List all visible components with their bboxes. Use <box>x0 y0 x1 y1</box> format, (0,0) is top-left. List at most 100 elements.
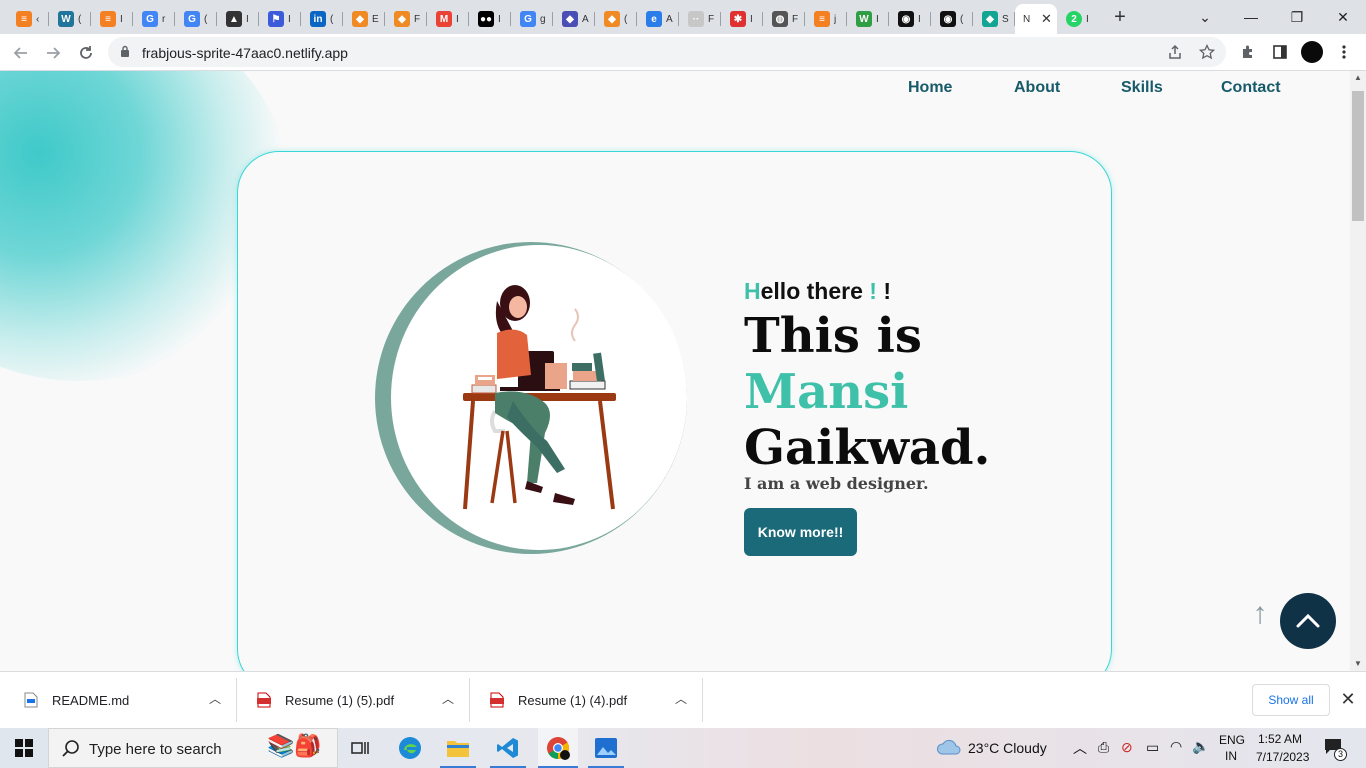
task-view-icon[interactable] <box>342 728 378 768</box>
asterisk-icon: ✱ <box>730 11 746 27</box>
side-panel-icon[interactable] <box>1270 42 1290 62</box>
scroll-up-arrow-icon[interactable]: ▲ <box>1350 71 1366 85</box>
address-bar[interactable]: frabjous-sprite-47aac0.netlify.app <box>108 37 1226 67</box>
battery-icon[interactable]: ▭ <box>1146 739 1159 756</box>
download-item[interactable]: README.md ︿ <box>4 678 237 722</box>
browser-tab[interactable]: ◍ F <box>764 4 805 34</box>
nav-home-link[interactable]: Home <box>908 79 952 97</box>
scrollbar-thumb[interactable] <box>1352 91 1364 221</box>
reload-button[interactable] <box>73 40 99 66</box>
download-item[interactable]: Resume (1) (5).pdf ︿ <box>237 678 470 722</box>
network-adapter-icon[interactable]: ⎙ <box>1098 739 1109 756</box>
tab-title: g <box>540 13 546 25</box>
tab-title: I <box>246 13 249 25</box>
tab-title: S <box>1002 13 1009 25</box>
browser-tab[interactable]: ◆ E <box>344 4 385 34</box>
share-icon[interactable] <box>1166 43 1184 61</box>
browser-tab[interactable]: Gg <box>512 4 553 34</box>
browser-tab[interactable]: MI <box>428 4 469 34</box>
up-arrow-icon[interactable]: ↑ <box>1249 599 1271 629</box>
start-button[interactable] <box>0 728 48 768</box>
nav-about-link[interactable]: About <box>1014 79 1060 97</box>
weather-text[interactable]: 23°C Cloudy <box>968 740 1047 756</box>
wifi-icon[interactable]: ◠ <box>1170 738 1182 755</box>
taskbar-search-box[interactable]: Type here to search 📚🎒 <box>48 728 338 768</box>
tab-title: I <box>918 13 921 25</box>
tab-separator <box>468 12 469 26</box>
chevron-up-icon[interactable]: ︿ <box>209 690 221 707</box>
chevron-up-icon[interactable]: ︿ <box>1073 738 1087 758</box>
scroll-to-top-button[interactable] <box>1280 593 1336 649</box>
clock-date[interactable]: 7/17/2023 <box>1256 750 1309 764</box>
browser-tab[interactable]: ◉ I <box>890 4 931 34</box>
new-tab-button[interactable]: + <box>1108 6 1132 30</box>
greeting-bang: ! <box>876 278 892 304</box>
browser-tab[interactable]: ◉( <box>932 4 973 34</box>
close-icon[interactable]: ✕ <box>1339 689 1357 709</box>
volume-icon[interactable]: 🔈 <box>1192 738 1209 755</box>
browser-tab[interactable]: eA <box>638 4 679 34</box>
browser-tab[interactable]: ≡ I <box>92 4 133 34</box>
windows-taskbar: Type here to search 📚🎒 23°C Cloudy ︿ ⎙ ⊘… <box>0 728 1366 768</box>
bookmark-star-icon[interactable] <box>1198 43 1216 61</box>
nav-contact-link[interactable]: Contact <box>1221 79 1281 97</box>
page-scrollbar[interactable]: ▲ ▼ <box>1350 71 1366 671</box>
browser-tab[interactable]: 2I <box>1058 4 1099 34</box>
shield-icon: ◆ <box>562 11 578 27</box>
kebab-menu-icon[interactable] <box>1334 42 1354 62</box>
forward-button[interactable] <box>40 40 66 66</box>
photos-app-icon[interactable] <box>588 728 624 768</box>
download-item[interactable]: Resume (1) (4).pdf ︿ <box>470 678 703 722</box>
browser-tab[interactable]: ◆ S <box>974 4 1015 34</box>
url-text[interactable]: frabjous-sprite-47aac0.netlify.app <box>142 45 348 61</box>
browser-tab[interactable]: ◆( <box>596 4 637 34</box>
extensions-puzzle-icon[interactable] <box>1238 42 1258 62</box>
search-placeholder[interactable]: Type here to search <box>89 741 222 758</box>
download-name: Resume (1) (5).pdf <box>285 693 395 708</box>
file-explorer-icon[interactable] <box>440 728 476 768</box>
back-button[interactable] <box>8 40 34 66</box>
browser-tab[interactable]: ◆ A <box>554 4 595 34</box>
restore-icon[interactable]: ❐ <box>1274 4 1320 30</box>
browser-tab[interactable]: ≡ ‹ <box>8 4 49 34</box>
browser-tab[interactable]: ·· F <box>680 4 721 34</box>
scroll-down-arrow-icon[interactable]: ▼ <box>1350 657 1366 671</box>
headline-first-name: Mansi <box>744 364 909 420</box>
edge-browser-icon[interactable] <box>392 728 428 768</box>
browser-tab[interactable]: W( <box>50 4 91 34</box>
browser-tab-active[interactable]: N ✕ <box>1015 4 1057 34</box>
cloud-weather-icon[interactable] <box>936 738 962 761</box>
browser-tab[interactable]: in ( <box>302 4 343 34</box>
browser-tab[interactable]: WI <box>848 4 889 34</box>
tab-search-chevron-icon[interactable]: ⌄ <box>1182 4 1228 30</box>
profile-avatar[interactable] <box>1301 41 1323 63</box>
chevron-up-icon[interactable]: ︿ <box>675 690 687 707</box>
language-eng[interactable]: ENG <box>1219 733 1245 747</box>
download-name: Resume (1) (4).pdf <box>518 693 628 708</box>
browser-tab[interactable]: ▲ I <box>218 4 259 34</box>
clock-time[interactable]: 1:52 AM <box>1258 732 1302 746</box>
close-icon[interactable]: ✕ <box>1041 11 1052 27</box>
show-all-button[interactable]: Show all <box>1252 684 1330 716</box>
codepen-shield-icon: ◆ <box>604 11 620 27</box>
security-alert-icon[interactable]: ⊘ <box>1121 739 1133 756</box>
tab-separator <box>510 12 511 26</box>
chrome-icon[interactable] <box>538 728 578 768</box>
tab-title: I <box>1086 13 1089 25</box>
minimize-icon[interactable]: — <box>1228 4 1274 30</box>
browser-tab[interactable]: ◆ F <box>386 4 427 34</box>
vscode-icon[interactable] <box>490 728 526 768</box>
know-more-button[interactable]: Know more!! <box>744 508 857 556</box>
window-close-icon[interactable]: ✕ <box>1320 4 1366 30</box>
browser-tab[interactable]: ●● I <box>470 4 511 34</box>
browser-tab[interactable]: ⚑ I <box>260 4 301 34</box>
nav-skills-link[interactable]: Skills <box>1121 79 1163 97</box>
language-region[interactable]: IN <box>1225 749 1237 763</box>
github-icon: ◉ <box>898 11 914 27</box>
chevron-up-icon[interactable]: ︿ <box>442 690 454 707</box>
lock-icon[interactable] <box>120 45 130 57</box>
browser-tab[interactable]: ✱ I <box>722 4 763 34</box>
browser-tab[interactable]: ≡ j <box>806 4 847 34</box>
browser-tab[interactable]: G( <box>176 4 217 34</box>
browser-tab[interactable]: Gr <box>134 4 175 34</box>
